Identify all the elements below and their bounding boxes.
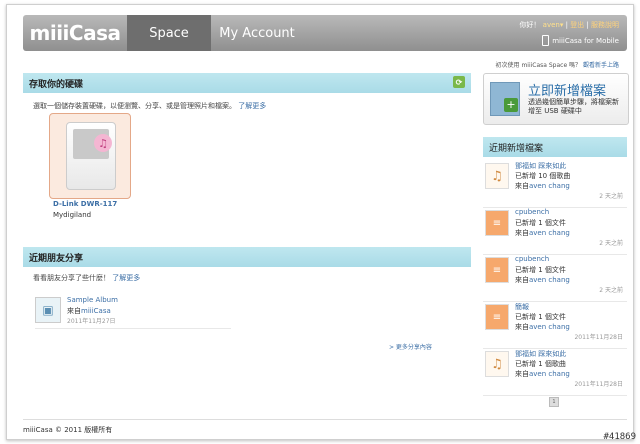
phone-icon: [542, 35, 550, 46]
feed-from: 來自aven chang: [515, 182, 570, 190]
mobile-label: miiiCasa for Mobile: [552, 36, 619, 45]
device-subname: Mydigiland: [53, 211, 92, 219]
watermark: #41869: [603, 432, 636, 442]
storage-title: 存取你的硬碟: [29, 79, 84, 90]
music-note-icon: ♫: [94, 134, 112, 152]
list-item[interactable]: ♫ 鄧福如 踩來如此 已新增 1 個歌曲 來自aven chang 2011年1…: [483, 349, 627, 396]
document-icon: ≡: [485, 304, 509, 330]
footer-divider: [23, 419, 627, 420]
mobile-link[interactable]: miiiCasa for Mobile: [542, 35, 619, 46]
shares-intro-text: 看看朋友分享了些什麼！: [33, 274, 110, 282]
add-file-desc: 透過幾個簡單步驟，將檔案新增至 USB 硬碟中: [528, 98, 619, 115]
feed-from-link[interactable]: aven chang: [529, 182, 570, 190]
chevron-down-icon[interactable]: ▾: [560, 21, 564, 29]
feed-desc: 已新增 1 個文件: [515, 313, 566, 321]
feed-title[interactable]: 鄧福如 踩來如此: [515, 161, 566, 171]
plus-icon: +: [504, 98, 518, 112]
feed-title[interactable]: cpubench: [515, 255, 549, 263]
feed-time: 2 天之前: [599, 193, 623, 200]
share-date: 2011年11月27日: [67, 318, 116, 325]
music-file-icon: ♫: [485, 163, 509, 189]
add-file-button[interactable]: + 立即新增檔案 透過幾個簡單步驟，將檔案新增至 USB 硬碟中: [483, 73, 629, 125]
feed-time: 2011年11月28日: [574, 334, 623, 341]
list-item[interactable]: ≡ cpubench 已新增 1 個文件 來自aven chang 2 天之前: [483, 208, 627, 255]
shares-title: 近期朋友分享: [29, 253, 84, 264]
device-name[interactable]: D-Link DWR-117: [53, 200, 117, 208]
tab-space-label: Space: [149, 25, 189, 41]
list-item[interactable]: ≡ 簡報 已新增 1 個文件 來自aven chang 2011年11月28日: [483, 302, 627, 349]
hint-text: 初次使用 miiiCasa Space 嗎？: [495, 62, 582, 69]
recent-title: 近期新增檔案: [489, 143, 544, 154]
feed-time: 2 天之前: [599, 287, 623, 294]
feed-desc: 已新增 10 個歌曲: [515, 172, 571, 180]
document-icon: ≡: [485, 257, 509, 283]
album-icon: ▣: [35, 297, 61, 323]
shares-more-link[interactable]: 了解更多: [112, 274, 140, 282]
document-icon: ≡: [485, 210, 509, 236]
miiicasa-logo[interactable]: miiiCasa: [23, 15, 127, 51]
service-link[interactable]: 服務說明: [591, 21, 619, 29]
top-navigation-bar: miiiCasa Space My Account 你好！ aven▾ | 登出…: [23, 15, 627, 51]
storage-intro: 選取一個儲存裝置硬碟，以便瀏覽、分享、或是管理照片和檔案。 了解更多: [33, 101, 266, 111]
add-file-title: 立即新增檔案: [528, 84, 607, 99]
share-title[interactable]: Sample Album: [67, 296, 118, 304]
feed-from: 來自aven chang: [515, 229, 570, 237]
device-card[interactable]: ♫: [49, 113, 131, 199]
new-user-hint: 初次使用 miiiCasa Space 嗎？ 觀看新手上路: [496, 60, 619, 69]
hint-link[interactable]: 觀看新手上路: [583, 62, 619, 69]
feed-from-link[interactable]: aven chang: [529, 229, 570, 237]
shares-intro: 看看朋友分享了些什麼！ 了解更多: [33, 273, 140, 283]
music-file-icon: ♫: [485, 351, 509, 377]
user-links: 你好！ aven▾ | 登出 | 服務說明: [519, 21, 619, 29]
refresh-icon[interactable]: ⟳: [453, 76, 465, 88]
browser-page: miiiCasa Space My Account 你好！ aven▾ | 登出…: [6, 4, 634, 440]
feed-title[interactable]: 鄧福如 踩來如此: [515, 349, 566, 359]
storage-intro-text: 選取一個儲存裝置硬碟，以便瀏覽、分享、或是管理照片和檔案。: [33, 102, 236, 110]
feed-desc: 已新增 1 個歌曲: [515, 360, 566, 368]
pagination-button[interactable]: 1: [549, 397, 559, 407]
user-menu[interactable]: aven: [543, 21, 560, 29]
tab-my-account[interactable]: My Account: [211, 15, 303, 51]
tab-space[interactable]: Space: [127, 15, 211, 51]
device-image: [66, 122, 116, 190]
feed-from: 來自aven chang: [515, 276, 570, 284]
feed-title[interactable]: 簡報: [515, 302, 529, 312]
storage-more-link[interactable]: 了解更多: [238, 102, 266, 110]
feed-desc: 已新增 1 個文件: [515, 219, 566, 227]
feed-from: 來自aven chang: [515, 370, 570, 378]
feed-title[interactable]: cpubench: [515, 208, 549, 216]
storage-section-header: 存取你的硬碟 ⟳: [23, 73, 471, 93]
feed-desc: 已新增 1 個文件: [515, 266, 566, 274]
share-from: 來自miiiCasa: [67, 307, 111, 315]
logo-text: miiiCasa: [29, 21, 121, 45]
feed-time: 2011年11月28日: [574, 381, 623, 388]
share-from-link[interactable]: miiiCasa: [81, 307, 111, 315]
recent-files-header: 近期新增檔案: [483, 137, 627, 157]
feed-from-link[interactable]: aven chang: [529, 323, 570, 331]
list-item[interactable]: ♫ 鄧福如 踩來如此 已新增 10 個歌曲 來自aven chang 2 天之前: [483, 161, 627, 208]
feed-time: 2 天之前: [599, 240, 623, 247]
share-item[interactable]: ▣ Sample Album 來自miiiCasa 2011年11月27日: [35, 294, 231, 329]
feed-from-link[interactable]: aven chang: [529, 370, 570, 378]
tab-account-label: My Account: [219, 25, 295, 41]
footer-copyright: miiiCasa © 2011 版權所有: [23, 426, 113, 434]
feed-from: 來自aven chang: [515, 323, 570, 331]
more-shares-link[interactable]: > 更多分享內容: [389, 342, 432, 351]
greeting: 你好！: [519, 21, 541, 29]
logout-link[interactable]: 登出: [570, 21, 584, 29]
shares-section-header: 近期朋友分享: [23, 247, 471, 267]
feed-from-link[interactable]: aven chang: [529, 276, 570, 284]
list-item[interactable]: ≡ cpubench 已新增 1 個文件 來自aven chang 2 天之前: [483, 255, 627, 302]
